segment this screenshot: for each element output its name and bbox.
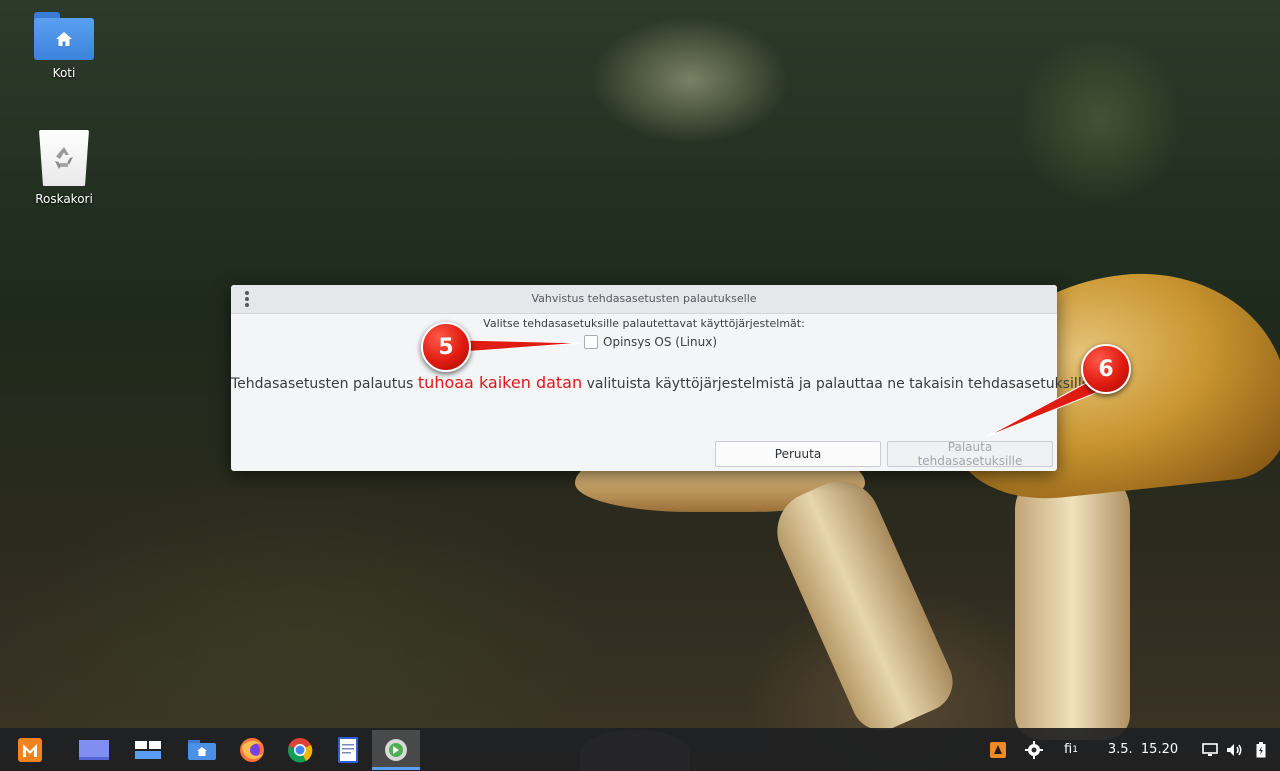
firefox-icon — [240, 737, 264, 762]
warning-emphasis: tuhoaa kaiken datan — [417, 373, 583, 392]
system-tray: fi 1 3.5. 15.20 — [982, 728, 1280, 771]
warning-suffix: valituista käyttöjärjestelmistä ja palau… — [582, 376, 1096, 392]
desktop-icon-trash[interactable]: Roskakori — [18, 130, 110, 206]
taskbar-app-workspace[interactable] — [70, 730, 118, 770]
wallpaper-mushroom-stem-left — [764, 468, 963, 740]
desktop-icon-home[interactable]: Koti — [18, 12, 110, 80]
warning-prefix: Tehdasasetusten palautus — [231, 376, 418, 392]
dialog-title: Vahvistus tehdasasetusten palautukselle — [531, 292, 757, 305]
tray-keyboard-layout[interactable]: fi 1 — [1054, 728, 1088, 771]
home-folder-icon — [34, 12, 94, 60]
tray-display-icon[interactable] — [1198, 728, 1222, 771]
tray-clock[interactable]: 3.5. 15.20 — [1088, 728, 1198, 771]
taskbar-app-recovery[interactable] — [372, 729, 420, 770]
taskbar-app-windows[interactable] — [124, 730, 172, 770]
os-checkbox-opinsys[interactable]: Opinsys OS (Linux) — [584, 335, 717, 349]
taskbar-app-firefox[interactable] — [228, 730, 276, 770]
workspace-icon — [79, 739, 109, 760]
menu-logo-icon — [18, 737, 42, 762]
os-checkbox-label: Opinsys OS (Linux) — [603, 335, 717, 349]
tray-update-icon[interactable] — [982, 728, 1014, 771]
window-switcher-icon — [135, 740, 161, 759]
desktop-icon-label: Roskakori — [35, 192, 93, 206]
cancel-button[interactable]: Peruuta — [715, 441, 881, 467]
tray-settings-icon[interactable] — [1014, 728, 1054, 771]
annotation-badge-6: 6 — [1081, 344, 1131, 394]
taskbar: fi 1 3.5. 15.20 — [0, 728, 1280, 771]
recovery-app-icon — [385, 738, 407, 761]
taskbar-app-chrome[interactable] — [276, 730, 324, 770]
factory-reset-confirm-dialog: Vahvistus tehdasasetusten palautukselle … — [231, 285, 1096, 471]
factory-reset-button[interactable]: Palauta tehdasasetuksille — [887, 440, 1053, 468]
desktop-icon-label: Koti — [52, 66, 76, 80]
tray-battery-icon[interactable] — [1248, 728, 1274, 771]
file-manager-icon — [188, 739, 216, 760]
wallpaper-mushroom-stem-right — [1015, 470, 1130, 740]
keyboard-layout-sub: 1 — [1072, 744, 1078, 755]
warning-text: Tehdasasetusten palautus tuhoaa kaiken d… — [231, 373, 1096, 392]
annotation-badge-5: 5 — [421, 322, 471, 372]
taskbar-app-menu[interactable] — [6, 730, 54, 770]
keyboard-layout-label: fi — [1064, 742, 1073, 757]
dialog-titlebar[interactable]: Vahvistus tehdasasetusten palautukselle — [231, 285, 1057, 314]
taskbar-app-files[interactable] — [178, 730, 226, 770]
dialog-subtitle: Valitse tehdasasetuksille palautettavat … — [483, 317, 805, 330]
desktop: Koti Roskakori Vahvistus tehdasasetusten… — [0, 0, 1280, 771]
document-icon — [338, 736, 358, 763]
checkbox-icon[interactable] — [584, 335, 598, 349]
trash-icon — [39, 130, 89, 186]
chrome-icon — [288, 737, 313, 763]
tray-volume-icon[interactable] — [1222, 728, 1248, 771]
taskbar-app-document[interactable] — [324, 730, 372, 770]
